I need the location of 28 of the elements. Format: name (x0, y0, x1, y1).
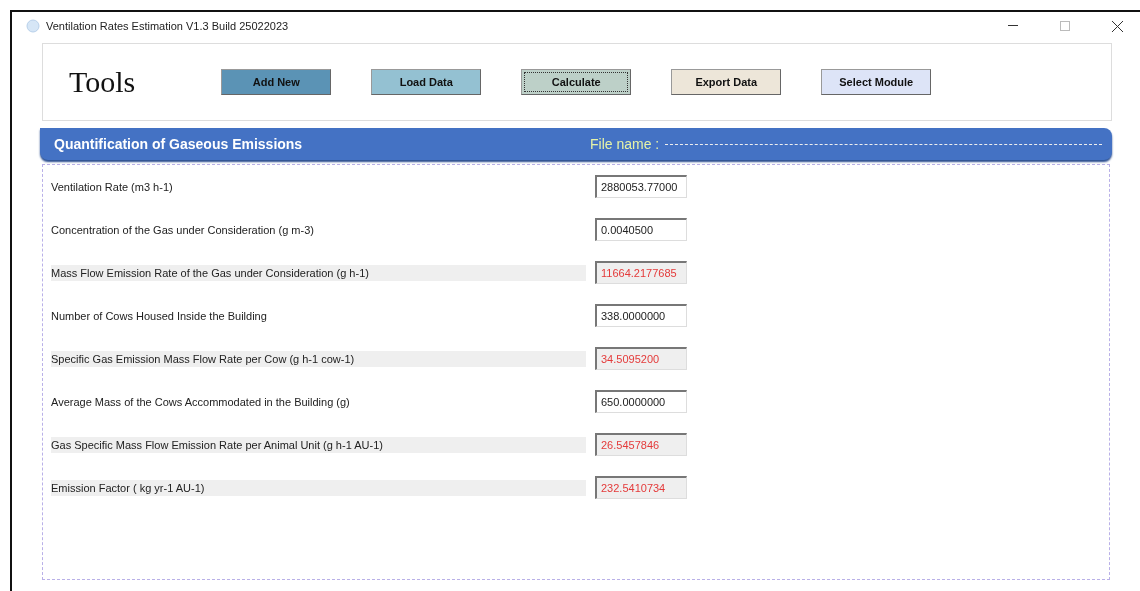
toolbar-button[interactable]: Select Module (821, 69, 932, 95)
app-icon (26, 19, 40, 33)
field-label: Number of Cows Housed Inside the Building (51, 308, 268, 324)
input-field[interactable]: 338.0000000 (595, 304, 687, 327)
field-label: Mass Flow Emission Rate of the Gas under Consideration (g h-1) (51, 264, 586, 281)
result-field[interactable]: 26.5457846 (595, 433, 687, 456)
field-label: Concentration of the Gas under Consideration (g m-3) (51, 222, 315, 238)
input-field[interactable]: 0.0040500 (595, 218, 687, 241)
field-label: Specific Gas Emission Mass Flow Rate per Cow (g h-1 cow-1) (51, 350, 586, 367)
close-icon[interactable] (1111, 20, 1123, 32)
file-name-label: File name : (590, 136, 660, 152)
field-label: Average Mass of the Cows Accommodated in the Building (g) (51, 394, 351, 410)
minimize-icon[interactable] (1008, 25, 1018, 27)
section-title: Quantification of Gaseous Emissions (54, 136, 304, 152)
toolbar-button[interactable]: Calculate (521, 69, 632, 95)
result-field[interactable]: 232.5410734 (595, 476, 687, 499)
tools-title: Tools (69, 65, 136, 99)
toolbar-button[interactable]: Load Data (371, 69, 482, 95)
toolbar-button[interactable]: Add New (221, 69, 332, 95)
window-title: Ventilation Rates Estimation V1.3 Build 25022023 (46, 20, 290, 32)
toolbar-button[interactable]: Export Data (671, 69, 782, 95)
input-field[interactable]: 2880053.77000 (595, 175, 687, 198)
field-label: Emission Factor ( kg yr-1 AU-1) (51, 479, 586, 496)
field-label: Ventilation Rate (m3 h-1) (51, 179, 174, 195)
result-field[interactable]: 11664.2177685 (595, 261, 687, 284)
result-field[interactable]: 34.5095200 (595, 347, 687, 370)
field-label: Gas Specific Mass Flow Emission Rate per Animal Unit (g h-1 AU-1) (51, 436, 586, 453)
input-field[interactable]: 650.0000000 (595, 390, 687, 413)
